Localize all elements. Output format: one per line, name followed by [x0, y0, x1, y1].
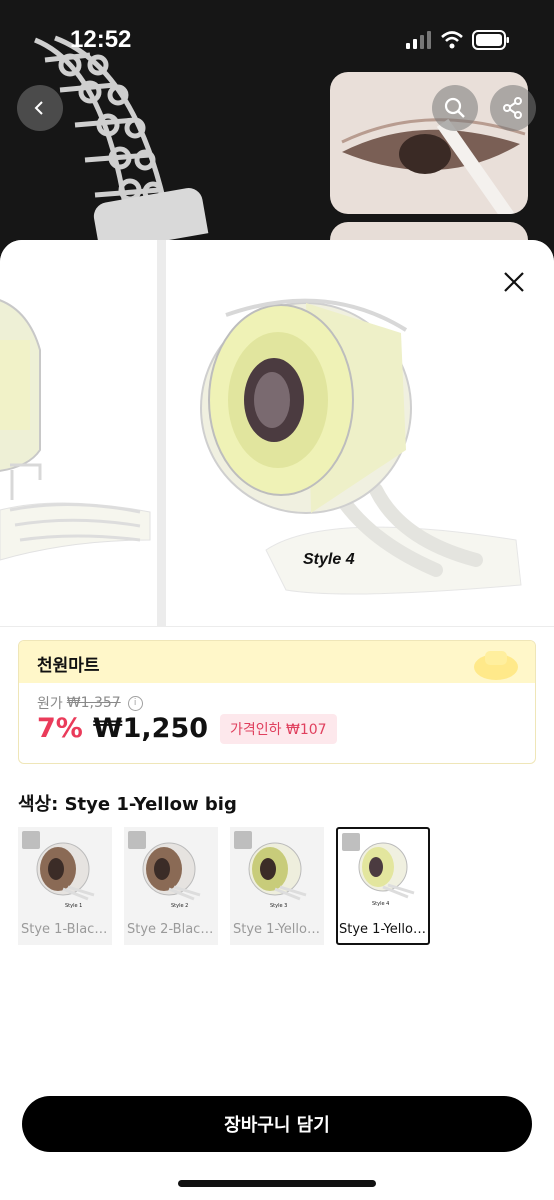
status-time: 12:52 [70, 26, 132, 53]
price-row: 7% ₩1,250 가격인하 ₩107 [37, 713, 337, 744]
add-to-cart-button[interactable]: 장바구니 담기 [22, 1096, 532, 1152]
price-card: 천원마트 원가 ₩1,357 i 7% ₩1,250 가격인하 ₩107 [18, 640, 536, 764]
store-name: 천원마트 [37, 656, 100, 676]
option-item[interactable]: Style 2 Stye 2-Black small [124, 827, 218, 945]
signal-icon [406, 31, 431, 49]
battery-icon [472, 30, 509, 50]
expand-icon[interactable] [342, 833, 360, 851]
option-label: Stye 2-Black small [127, 922, 215, 937]
original-price-label: 원가 [37, 696, 63, 712]
option-label: Stye 1-Yellow big [233, 922, 321, 937]
option-thumb-caption: Style 3 [270, 903, 287, 909]
search-icon [444, 97, 465, 118]
sale-price: ₩1,250 [92, 713, 209, 744]
store-header: 천원마트 [19, 641, 535, 683]
option-bottom-sheet: Style 4 천원마트 원가 ₩1,357 i 7% ₩1,250 가격인하 … [0, 240, 554, 1200]
close-button[interactable] [496, 264, 532, 300]
close-icon [504, 272, 524, 292]
option-item[interactable]: Style 3 Stye 1-Yellow big [230, 827, 324, 945]
image-gallery[interactable]: Style 4 [0, 240, 554, 626]
discount-rate: 7% [37, 713, 83, 744]
option-list: Style 1 Stye 1-Black big Style 2 Stye 2-… [18, 827, 430, 945]
option-thumb-caption: Style 1 [65, 903, 82, 909]
gallery-divider [157, 240, 166, 626]
option-label: Stye 1-Black big [21, 922, 109, 937]
option-item[interactable]: Style 1 Stye 1-Black big [18, 827, 112, 945]
wifi-icon [441, 31, 463, 49]
store-mascot-icon [474, 651, 518, 680]
gallery-image-previous[interactable] [0, 240, 157, 626]
share-button[interactable] [490, 85, 536, 131]
option-item-selected[interactable]: Style 4 Stye 1-Yellow small [336, 827, 430, 945]
expand-icon[interactable] [128, 831, 146, 849]
original-price-row: 원가 ₩1,357 i [37, 693, 143, 713]
info-icon[interactable]: i [127, 695, 143, 711]
expand-icon[interactable] [234, 831, 252, 849]
share-icon [503, 97, 522, 119]
original-price: ₩1,357 [66, 695, 121, 711]
gallery-image-caption: Style 4 [303, 551, 355, 568]
option-label: Stye 1-Yellow small [339, 922, 427, 937]
back-button[interactable] [17, 85, 63, 131]
selected-option-title: 색상: Stye 1-Yellow big [18, 794, 237, 815]
back-icon [34, 101, 43, 115]
home-indicator [178, 1180, 376, 1187]
option-thumb-caption: Style 2 [171, 903, 188, 909]
expand-icon[interactable] [22, 831, 40, 849]
search-button[interactable] [432, 85, 478, 131]
option-thumb-caption: Style 4 [372, 901, 389, 907]
status-icons [406, 30, 510, 50]
price-cut-badge: 가격인하 ₩107 [220, 713, 337, 744]
gallery-bottom-divider [0, 626, 554, 627]
